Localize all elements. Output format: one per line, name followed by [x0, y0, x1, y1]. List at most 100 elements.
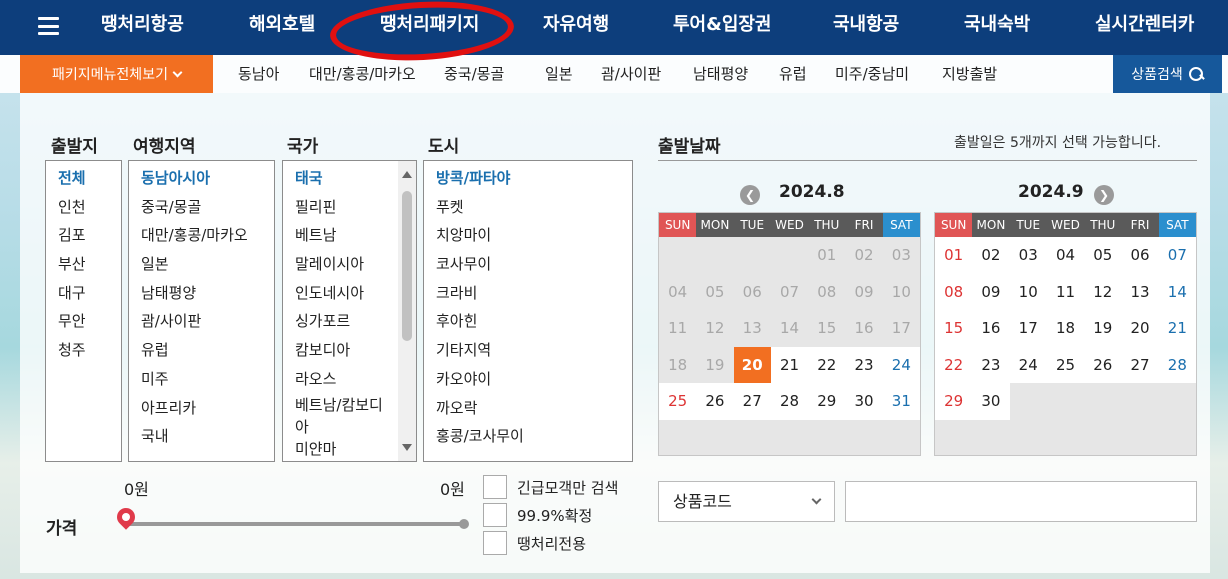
list-item[interactable]: 말레이시아 — [283, 250, 416, 279]
confirmed-option[interactable]: 99.9%확정 — [483, 503, 592, 527]
region-list[interactable]: 동남아시아 중국/몽골 대만/홍콩/마카오 일본 남태평양 괌/사이판 유럽 미… — [128, 160, 275, 462]
list-item[interactable]: 태국 — [283, 164, 416, 193]
calendar-day[interactable]: 03 — [1010, 237, 1047, 274]
list-item[interactable]: 중국/몽골 — [129, 193, 274, 222]
list-item[interactable]: 김포 — [46, 221, 121, 250]
list-item[interactable]: 싱가포르 — [283, 307, 416, 336]
country-list[interactable]: 태국 필리핀 베트남 말레이시아 인도네시아 싱가포르 캄보디아 라오스 베트남… — [282, 160, 417, 462]
sub-item-southeast-asia[interactable]: 동남아 — [238, 55, 279, 93]
nav-flight-deals[interactable]: 땡처리항공 — [101, 0, 184, 55]
calendar-day[interactable]: 11 — [1047, 274, 1084, 311]
calendar-day[interactable]: 24 — [882, 346, 920, 384]
calendar-day[interactable]: 09 — [972, 274, 1009, 311]
list-item[interactable]: 인천 — [46, 193, 121, 222]
list-item[interactable]: 전체 — [46, 164, 121, 193]
city-list[interactable]: 방콕/파타야 푸켓 치앙마이 코사무이 크라비 후아힌 기타지역 카오야이 까오… — [423, 160, 633, 462]
list-item[interactable]: 라오스 — [283, 365, 416, 394]
calendar-day[interactable]: 06 — [1121, 237, 1158, 274]
list-item[interactable]: 캄보디아 — [283, 336, 416, 365]
list-item[interactable]: 베트남/캄보디 — [283, 394, 416, 416]
calendar-day[interactable]: 21 — [770, 346, 809, 384]
list-item[interactable]: 미주 — [129, 365, 274, 394]
list-item[interactable]: 국내 — [129, 422, 274, 451]
list-item[interactable]: 남태평양 — [129, 279, 274, 308]
calendar-day[interactable]: 27 — [1121, 347, 1158, 384]
calendar-day[interactable]: 26 — [696, 383, 733, 420]
calendar-day[interactable]: 18 — [1047, 310, 1084, 347]
calendar-day[interactable]: 23 — [845, 346, 883, 384]
chevron-right-icon[interactable]: ❯ — [1094, 185, 1114, 205]
list-item[interactable]: 대구 — [46, 279, 121, 308]
list-item[interactable]: 청주 — [46, 336, 121, 365]
calendar-day[interactable]: 21 — [1159, 310, 1196, 347]
list-item[interactable]: 인도네시아 — [283, 279, 416, 308]
calendar-day[interactable]: 29 — [935, 383, 973, 420]
calendar-day[interactable]: 28 — [771, 383, 808, 420]
scroll-thumb[interactable] — [402, 191, 412, 341]
package-menu-button[interactable]: 패키지메뉴전체보기 — [20, 55, 213, 93]
calendar-day[interactable]: 10 — [1010, 274, 1047, 311]
sub-item-guam-saipan[interactable]: 괌/사이판 — [601, 55, 661, 93]
list-item[interactable]: 괌/사이판 — [129, 307, 274, 336]
calendar-day[interactable]: 04 — [1047, 237, 1084, 274]
calendar-day[interactable]: 22 — [808, 346, 846, 384]
country-list-scrollbar[interactable] — [398, 161, 416, 461]
nav-tours-tickets[interactable]: 투어&입장권 — [673, 0, 772, 55]
list-item[interactable]: 베트남 — [283, 221, 416, 250]
calendar-day[interactable]: 13 — [1121, 274, 1158, 311]
sub-item-americas[interactable]: 미주/중남미 — [835, 55, 909, 93]
exclusive-checkbox[interactable] — [483, 531, 507, 555]
list-item[interactable]: 크라비 — [424, 279, 632, 308]
list-item[interactable]: 푸켓 — [424, 193, 632, 222]
list-item[interactable]: 미얀마 — [283, 438, 416, 460]
price-slider-max-handle[interactable] — [459, 519, 469, 529]
sub-item-south-pacific[interactable]: 남태평양 — [693, 55, 748, 93]
list-item[interactable]: 코사무이 — [424, 250, 632, 279]
list-item[interactable]: 유럽 — [129, 336, 274, 365]
list-item[interactable]: 대만/홍콩/마카오 — [129, 221, 274, 250]
calendar-day[interactable]: 14 — [1159, 274, 1196, 311]
scroll-up-arrow-icon[interactable] — [402, 171, 412, 178]
calendar-day[interactable]: 23 — [972, 347, 1009, 384]
calendar-day[interactable]: 02 — [972, 237, 1009, 274]
list-item[interactable]: 일본 — [129, 250, 274, 279]
list-item[interactable]: 아프리카 — [129, 394, 274, 423]
product-search-button[interactable]: 상품검색 — [1113, 55, 1222, 93]
calendar-day[interactable]: 30 — [845, 383, 882, 420]
list-item[interactable]: 방콕/파타야 — [424, 164, 632, 193]
scroll-down-arrow-icon[interactable] — [402, 444, 412, 451]
sub-item-china-mongolia[interactable]: 중국/몽골 — [444, 55, 504, 93]
calendar-day[interactable]: 31 — [883, 383, 920, 420]
product-code-select[interactable]: 상품코드 — [658, 481, 835, 522]
list-item[interactable]: 치앙마이 — [424, 221, 632, 250]
calendar-day[interactable]: 17 — [1010, 310, 1047, 347]
calendar-day[interactable]: 12 — [1084, 274, 1121, 311]
product-code-input[interactable] — [845, 481, 1197, 522]
nav-overseas-hotel[interactable]: 해외호텔 — [249, 0, 315, 55]
nav-rentacar[interactable]: 실시간렌터카 — [1095, 0, 1194, 55]
nav-domestic-stay[interactable]: 국내숙박 — [964, 0, 1030, 55]
price-slider-track[interactable] — [126, 522, 464, 526]
hamburger-menu-icon[interactable] — [38, 17, 59, 35]
list-item[interactable]: 아 — [283, 416, 416, 438]
calendar-day[interactable]: 01 — [935, 237, 972, 274]
list-item[interactable]: 동남아시아 — [129, 164, 274, 193]
departure-list[interactable]: 전체 인천 김포 부산 대구 무안 청주 — [45, 160, 122, 462]
list-item[interactable]: 후아힌 — [424, 307, 632, 336]
confirmed-checkbox[interactable] — [483, 503, 507, 527]
calendar-day[interactable]: 26 — [1084, 347, 1121, 384]
sub-item-regional-departure[interactable]: 지방출발 — [942, 55, 997, 93]
list-item[interactable]: 부산 — [46, 250, 121, 279]
calendar-day[interactable]: 07 — [1159, 237, 1196, 274]
chevron-left-icon[interactable]: ❮ — [740, 185, 760, 205]
calendar-day[interactable]: 25 — [659, 383, 696, 420]
urgent-only-checkbox[interactable] — [483, 475, 507, 499]
calendar-day[interactable]: 25 — [1047, 347, 1084, 384]
calendar-day[interactable]: 29 — [808, 383, 845, 420]
sub-item-japan[interactable]: 일본 — [545, 55, 573, 93]
sub-item-europe[interactable]: 유럽 — [779, 55, 807, 93]
sub-item-taiwan-hk-macau[interactable]: 대만/홍콩/마카오 — [309, 55, 416, 93]
calendar-day[interactable]: 05 — [1084, 237, 1121, 274]
calendar-day[interactable]: 15 — [935, 310, 972, 347]
calendar-day[interactable]: 28 — [1159, 347, 1196, 384]
